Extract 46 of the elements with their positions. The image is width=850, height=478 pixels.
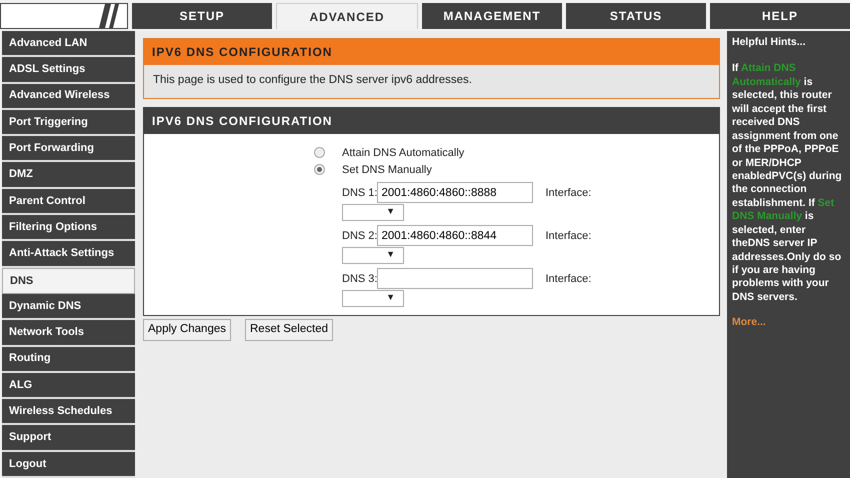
nav-tab[interactable]: SETUP	[132, 3, 272, 29]
sidebar-item[interactable]: Support	[2, 425, 135, 452]
sidebar-item[interactable]: DNS	[2, 268, 135, 294]
sidebar-item[interactable]: Dynamic DNS	[2, 294, 135, 320]
dropdown[interactable]: ▼	[342, 247, 404, 264]
radio-button[interactable]	[314, 147, 325, 158]
field-label: DNS 1:	[342, 186, 378, 200]
sidebar-item[interactable]: Port Triggering	[2, 110, 135, 136]
radio-button[interactable]	[314, 164, 325, 176]
more-link[interactable]: More...	[732, 316, 766, 330]
sidebar-item[interactable]: Advanced LAN	[2, 31, 135, 58]
nav-tab[interactable]: STATUS	[566, 3, 706, 29]
input-field[interactable]	[377, 268, 534, 290]
sidebar-item[interactable]: Logout	[2, 452, 135, 478]
radio-label: Set DNS Manually	[342, 162, 432, 178]
input-field[interactable]: 2001:4860:4860::8888	[377, 182, 534, 204]
action-button[interactable]: Reset Selected	[245, 319, 333, 340]
section-header: IPV6 DNS CONFIGURATION	[144, 39, 719, 65]
sidebar-item[interactable]: Network Tools	[2, 320, 135, 347]
section-header: IPV6 DNS CONFIGURATION	[144, 108, 719, 134]
field-label: Interface:	[545, 186, 592, 200]
field-label: DNS 3:	[342, 272, 378, 286]
radio-label: Attain DNS Automatically	[342, 146, 464, 160]
field-label: Interface:	[545, 228, 592, 244]
sidebar-item[interactable]: Advanced Wireless	[2, 84, 135, 110]
description-text: This page is used to configure the DNS server ipv6 addresses.	[152, 73, 473, 88]
action-button[interactable]: Apply Changes	[143, 319, 231, 340]
sidebar-item[interactable]: ALG	[2, 372, 135, 400]
input-field[interactable]: 2001:4860:4860::8844	[377, 225, 534, 246]
sidebar-item[interactable]: Filtering Options	[2, 215, 135, 242]
dropdown[interactable]: ▼	[342, 290, 404, 308]
sidebar-item[interactable]: DMZ	[2, 162, 135, 189]
sidebar-item[interactable]: Port Forwarding	[2, 136, 135, 162]
sidebar-item[interactable]: Parent Control	[2, 188, 135, 216]
dropdown[interactable]: ▼	[342, 204, 404, 222]
sidebar-item[interactable]: Wireless Schedules	[2, 399, 135, 426]
hints-title: Helpful Hints...	[732, 36, 806, 50]
sidebar-item[interactable]: ADSL Settings	[2, 57, 135, 84]
hints-text: If Attain DNS Automatically is selected, this router will accept the first received DNS assignment from one of the PPPoA, PPPoE or MER/DHCP enabledPVC(s) during the connection establishment. If Set DNS Manually is selected, enter theDNS server IP addresses.Only do so if you are having problems with your DNS servers.	[732, 62, 843, 304]
nav-tab[interactable]: MANAGEMENT	[422, 3, 562, 29]
nav-tab[interactable]: ADVANCED	[276, 3, 418, 29]
field-label: DNS 2:	[342, 228, 378, 244]
nav-tab[interactable]: HELP	[710, 3, 850, 29]
field-label: Interface:	[545, 272, 592, 286]
sidebar-item[interactable]: Routing	[2, 346, 135, 373]
sidebar-item[interactable]: Anti-Attack Settings	[2, 241, 135, 268]
